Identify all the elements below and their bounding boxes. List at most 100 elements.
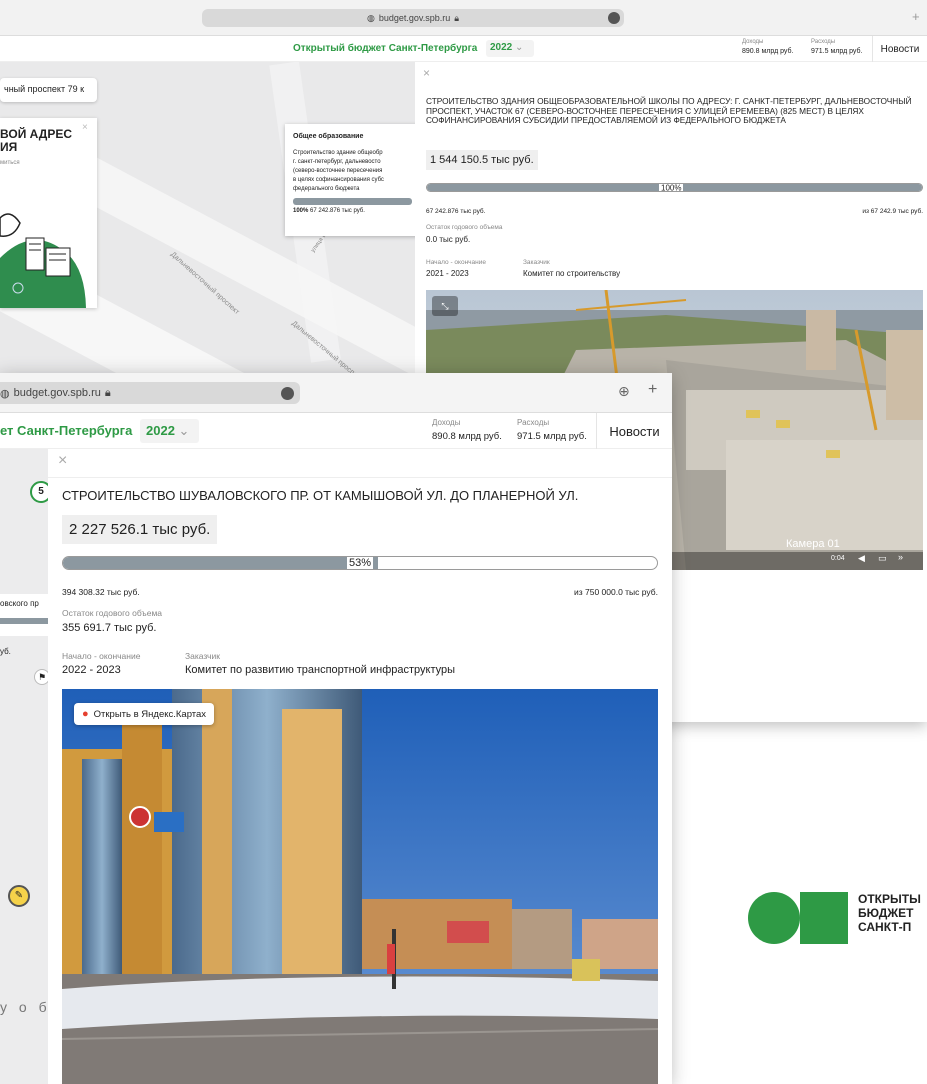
back-url-text: budget.gov.spb.ru — [378, 13, 451, 23]
back-expense-label: Расходы — [811, 39, 836, 45]
globe-icon: ◍ — [0, 387, 10, 400]
back-site-header: Открытый бюджет Санкт-Петербурга 2022 ⌄ … — [0, 36, 927, 62]
logo-text-line: БЮДЖЕТ — [858, 905, 914, 920]
front-url-text: budget.gov.spb.ru — [13, 387, 101, 399]
front-customer-value: Комитет по развитию транспортной инфраст… — [185, 664, 456, 676]
logo-text: ОТКРЫТЫ БЮДЖЕТ САНКТ-П — [858, 892, 921, 934]
front-period-value: 2022 - 2023 — [62, 664, 121, 676]
front-project-amount: 2 227 526.1 тыс руб. — [62, 515, 218, 544]
back-customer-label: Заказчик — [523, 259, 550, 266]
popup-amount-fragment: уб. — [0, 647, 11, 656]
promo-card[interactable]: ВОЙ АДРЕС ИЯ миться × — [0, 118, 97, 308]
back-revenue-label: Доходы — [742, 39, 764, 45]
expand-icon[interactable]: ⤡ — [432, 296, 458, 316]
promo-title: ВОЙ АДРЕС ИЯ — [0, 127, 72, 154]
map-popup[interactable]: Общее образование Строительство здание о… — [285, 124, 415, 236]
popup-amount: 67 242.876 тыс руб. — [310, 207, 365, 214]
download-icon[interactable]: ⊕ — [618, 383, 630, 400]
video-time: 0:04 — [831, 555, 845, 562]
front-revenue-value: 890.8 млрд руб. — [432, 431, 502, 442]
front-spent-value: 394 308.32 тыс руб. — [62, 587, 140, 597]
front-year-select[interactable]: 2022 ⌄ — [140, 419, 199, 443]
close-icon[interactable]: × — [82, 122, 88, 133]
map-popup-fragment[interactable]: овского пр — [0, 594, 48, 636]
yandex-button-label: Открыть в Яндекс.Картах — [93, 708, 207, 720]
popup-text: г. санкт-петербург, дальневосто — [293, 158, 381, 165]
screen-icon[interactable]: ▭ — [878, 553, 887, 564]
close-icon[interactable]: × — [58, 452, 67, 470]
popup-text: (северо-восточнее пересечения — [293, 167, 383, 174]
front-remainder-value: 355 691.7 тыс руб. — [62, 622, 157, 634]
open-budget-logo: ОТКРЫТЫ БЮДЖЕТ САНКТ-П — [748, 890, 927, 946]
front-expense-value: 971.5 млрд руб. — [517, 431, 587, 442]
chevron-down-icon: ⌄ — [515, 42, 524, 53]
back-site-title[interactable]: Открытый бюджет Санкт-Петербурга — [293, 43, 477, 54]
front-total-value: из 750 000.0 тыс руб. — [573, 587, 658, 597]
back-progress-bar: 100% — [426, 183, 923, 192]
forward-icon[interactable]: » — [898, 552, 903, 562]
front-site-title[interactable]: ет Санкт-Петербурга — [0, 423, 132, 438]
back-year-select[interactable]: 2022 ⌄ — [486, 40, 534, 57]
front-site-header: ет Санкт-Петербурга 2022 ⌄ Доходы 890.8 … — [0, 413, 672, 449]
street-panorama[interactable]: ● Открыть в Яндекс.Картах — [62, 689, 658, 1084]
lock-icon: 🔒︎ — [104, 386, 111, 399]
popup-text: в целях софинансирования субс — [293, 176, 384, 183]
logo-square-shape — [800, 892, 848, 944]
front-customer-label: Заказчик — [185, 651, 220, 661]
more-icon[interactable] — [281, 387, 294, 400]
new-tab-icon[interactable]: + — [648, 381, 657, 399]
camera-label: Камера 01 — [786, 538, 840, 550]
logo-text-line: САНКТ-П — [858, 919, 912, 934]
back-browser-toolbar: ◍ budget.gov.spb.ru 🔒︎ + — [0, 0, 927, 36]
front-expense-label: Расходы — [517, 418, 550, 427]
back-spent-value: 67 242.876 тыс руб. — [426, 208, 486, 215]
lock-icon: 🔒︎ — [454, 12, 460, 23]
chevron-down-icon: ⌄ — [178, 423, 190, 438]
back-customer-value: Комитет по строительству — [523, 269, 621, 278]
front-map[interactable]: 5 овского пр уб. ⚑ ✎ у о б — [0, 449, 48, 1084]
front-period-label: Начало - окончание — [62, 651, 141, 661]
map-pin-icon[interactable]: ⚑ — [34, 669, 48, 685]
back-news-link[interactable]: Новости — [872, 36, 927, 62]
map-cluster-marker[interactable]: 5 — [30, 481, 48, 503]
year-value: 2022 — [146, 423, 175, 438]
map-search-chip[interactable]: чный проспект 79 к — [0, 78, 97, 102]
back-revenue-value: 890.8 млрд руб. — [742, 48, 794, 55]
promo-illustration — [0, 213, 86, 308]
more-icon[interactable] — [608, 12, 620, 24]
open-yandex-maps-button[interactable]: ● Открыть в Яндекс.Картах — [74, 703, 215, 725]
back-period-label: Начало - окончание — [426, 259, 486, 266]
globe-icon: ◍ — [366, 12, 375, 23]
front-news-link[interactable]: Новости — [596, 413, 672, 449]
logo-circle-shape — [748, 892, 800, 944]
front-revenue-label: Доходы — [432, 418, 461, 427]
logo-text-line: ОТКРЫТЫ — [858, 892, 921, 906]
new-tab-icon[interactable]: + — [912, 9, 920, 24]
map-bottom-text: у о б — [0, 999, 48, 1015]
popup-category: Общее образование — [293, 133, 364, 140]
street-label: овского пр — [0, 599, 39, 608]
back-expense-value: 971.5 млрд руб. — [811, 48, 863, 55]
back-remainder-value: 0.0 тыс руб. — [426, 235, 471, 244]
tool-icon[interactable]: ✎ — [8, 885, 30, 907]
front-project-title: СТРОИТЕЛЬСТВО ШУВАЛОВСКОГО ПР. ОТ КАМЫШО… — [62, 488, 579, 503]
front-progress-bar: 53% — [62, 556, 658, 570]
front-remainder-label: Остаток годового объема — [62, 608, 163, 618]
back-period-value: 2021 - 2023 — [426, 269, 469, 278]
progress-text: 53% — [347, 557, 374, 569]
back-project-amount: 1 544 150.5 тыс руб. — [426, 150, 538, 170]
back-remainder-label: Остаток годового объема — [426, 224, 503, 231]
close-icon[interactable]: × — [423, 66, 430, 80]
front-address-bar[interactable]: ◍ budget.gov.spb.ru 🔒︎ — [0, 382, 300, 404]
progress-text: 100% — [659, 183, 684, 192]
popup-progress-bar — [293, 197, 412, 205]
map-pin-icon: ● — [82, 708, 89, 720]
popup-percent: 100% — [293, 207, 309, 214]
back-total-value: из 67 242.9 тыс руб. — [862, 208, 923, 215]
promo-subtitle: миться — [0, 160, 20, 166]
cluster-count: 5 — [38, 486, 44, 497]
divider — [48, 477, 672, 478]
volume-icon[interactable]: ◀︎ — [858, 553, 865, 564]
popup-text: Строительство здание общеобр — [293, 149, 383, 156]
back-address-bar[interactable]: ◍ budget.gov.spb.ru 🔒︎ — [202, 9, 624, 27]
